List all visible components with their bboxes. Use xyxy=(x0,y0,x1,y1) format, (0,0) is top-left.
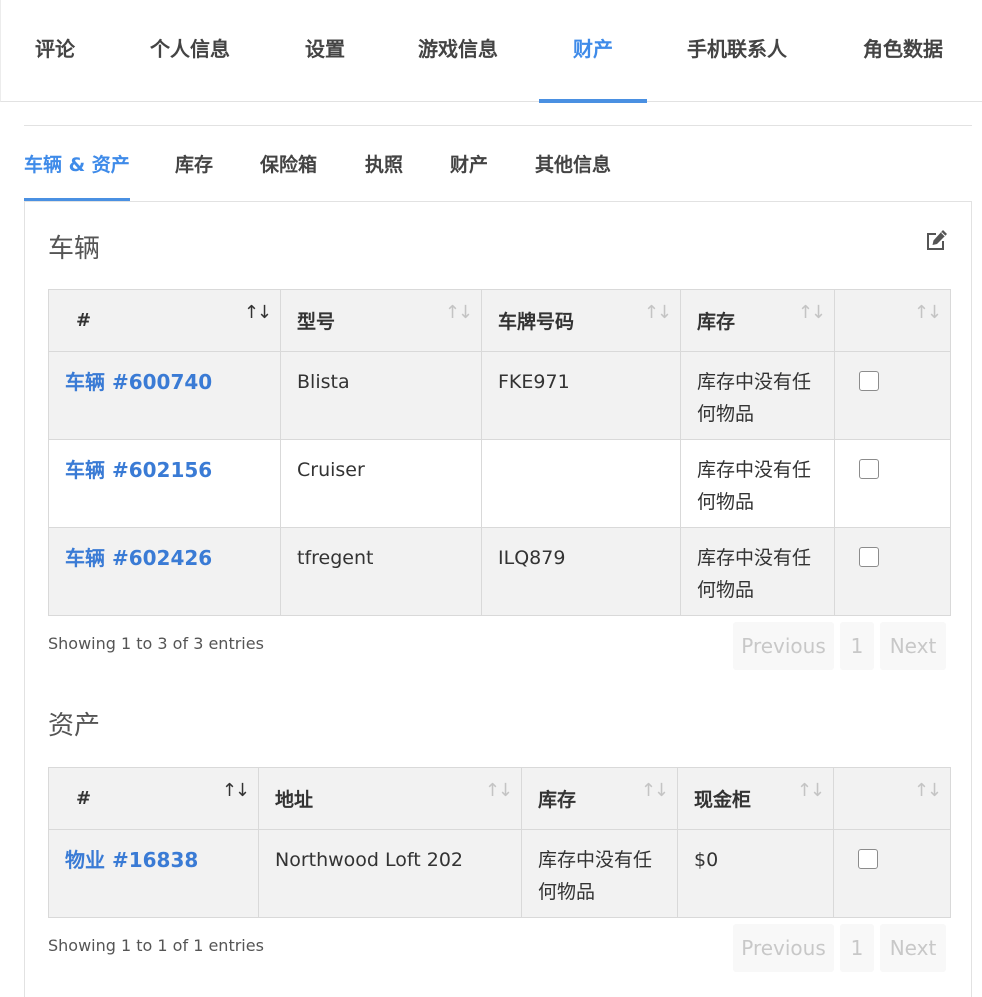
vehicle-link[interactable]: 车辆 #602156 xyxy=(65,458,212,482)
page-1-button[interactable]: 1 xyxy=(840,622,874,670)
top-tab-bar: 评论 个人信息 设置 游戏信息 财产 手机联系人 角色数据 xyxy=(0,0,982,103)
tab-character-data[interactable]: 角色数据 xyxy=(849,0,957,102)
properties-title: 资产 xyxy=(48,711,101,741)
column-header-id[interactable]: # ↑↓ xyxy=(48,289,281,352)
sort-icon: ↑↓ xyxy=(796,780,825,801)
tab-comments[interactable]: 评论 xyxy=(19,0,91,102)
sort-icon: ↑↓ xyxy=(640,780,669,801)
sort-icon: ↑↓ xyxy=(913,780,942,801)
subtab-property[interactable]: 财产 xyxy=(450,144,488,202)
previous-button[interactable]: Previous xyxy=(733,622,834,670)
column-header-inventory[interactable]: 库存 ↑↓ xyxy=(521,767,678,830)
vehicle-inventory: 库存中没有任何物品 xyxy=(680,351,835,440)
tab-property[interactable]: 财产 xyxy=(539,0,647,103)
table-row: 车辆 #600740 Blista FKE971 库存中没有任何物品 xyxy=(48,351,951,440)
tab-settings[interactable]: 设置 xyxy=(289,0,361,102)
column-header-inventory[interactable]: 库存 ↑↓ xyxy=(680,289,835,352)
vehicle-link[interactable]: 车辆 #602426 xyxy=(65,546,212,570)
tab-personal-info[interactable]: 个人信息 xyxy=(139,0,241,102)
vehicle-inventory: 库存中没有任何物品 xyxy=(680,439,835,528)
vehicles-table: # ↑↓ 型号 ↑↓ 车牌号码 ↑↓ 库存 ↑↓ ↑↓ 车辆 #600740 Blist… xyxy=(48,289,951,616)
page-1-button[interactable]: 1 xyxy=(840,924,874,972)
table-row: 车辆 #602156 Cruiser 库存中没有任何物品 xyxy=(48,439,951,528)
divider xyxy=(24,125,972,126)
vehicle-link[interactable]: 车辆 #600740 xyxy=(65,370,212,394)
edit-icon[interactable] xyxy=(924,228,950,252)
row-checkbox[interactable] xyxy=(859,459,879,479)
tab-phone-contacts[interactable]: 手机联系人 xyxy=(673,0,801,102)
sort-icon: ↑↓ xyxy=(484,780,513,801)
property-inventory: 库存中没有任何物品 xyxy=(521,829,678,918)
sort-asc-icon: ↑↓ xyxy=(221,780,250,801)
vehicle-inventory: 库存中没有任何物品 xyxy=(680,527,835,616)
table-info: Showing 1 to 1 of 1 entries xyxy=(48,936,264,955)
subtab-licenses[interactable]: 执照 xyxy=(365,144,403,202)
vehicle-plate xyxy=(481,439,681,528)
sort-icon: ↑↓ xyxy=(444,302,473,323)
column-header-id[interactable]: # ↑↓ xyxy=(48,767,259,830)
table-info: Showing 1 to 3 of 3 entries xyxy=(48,634,264,653)
subtab-inventory[interactable]: 库存 xyxy=(175,144,213,202)
subtab-other-info[interactable]: 其他信息 xyxy=(535,144,611,202)
previous-button[interactable]: Previous xyxy=(733,924,834,972)
sort-icon: ↑↓ xyxy=(643,302,672,323)
row-checkbox[interactable] xyxy=(859,371,879,391)
sort-icon: ↑↓ xyxy=(913,302,942,323)
sort-icon: ↑↓ xyxy=(797,302,826,323)
vehicle-model: Cruiser xyxy=(280,439,482,528)
column-header-select[interactable]: ↑↓ xyxy=(834,289,951,352)
subtab-vehicles-assets[interactable]: 车辆 & 资产 xyxy=(24,144,130,202)
sort-asc-icon: ↑↓ xyxy=(243,302,272,323)
tab-game-info[interactable]: 游戏信息 xyxy=(405,0,511,102)
subtab-safe[interactable]: 保险箱 xyxy=(260,144,317,202)
property-address: Northwood Loft 202 xyxy=(258,829,522,918)
properties-table: # ↑↓ 地址 ↑↓ 库存 ↑↓ 现金柜 ↑↓ ↑↓ 物业 #16838 Northwo… xyxy=(48,767,951,918)
vehicle-plate: ILQ879 xyxy=(481,527,681,616)
column-header-model[interactable]: 型号 ↑↓ xyxy=(280,289,482,352)
column-header-cash[interactable]: 现金柜 ↑↓ xyxy=(677,767,834,830)
row-checkbox[interactable] xyxy=(859,547,879,567)
vehicle-model: Blista xyxy=(280,351,482,440)
vehicle-plate: FKE971 xyxy=(481,351,681,440)
column-header-plate[interactable]: 车牌号码 ↑↓ xyxy=(481,289,681,352)
column-header-address[interactable]: 地址 ↑↓ xyxy=(258,767,522,830)
table-row: 物业 #16838 Northwood Loft 202 库存中没有任何物品 $… xyxy=(48,829,951,918)
column-header-select[interactable]: ↑↓ xyxy=(833,767,951,830)
row-checkbox[interactable] xyxy=(858,849,878,869)
property-cash: $0 xyxy=(677,829,834,918)
next-button[interactable]: Next xyxy=(880,622,946,670)
vehicle-model: tfregent xyxy=(280,527,482,616)
table-row: 车辆 #602426 tfregent ILQ879 库存中没有任何物品 xyxy=(48,527,951,616)
property-link[interactable]: 物业 #16838 xyxy=(65,848,198,872)
next-button[interactable]: Next xyxy=(880,924,946,972)
vehicles-title: 车辆 xyxy=(48,234,101,264)
